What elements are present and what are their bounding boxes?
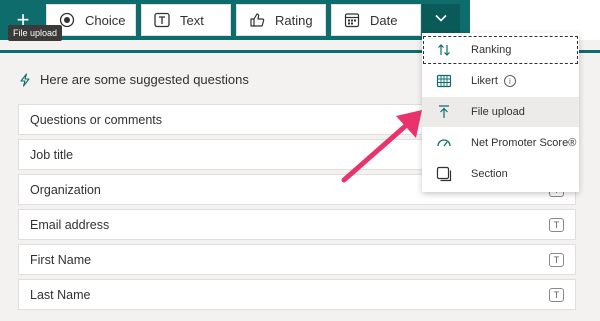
annotation-arrow [341,110,422,183]
menu-item-file-upload[interactable]: File upload [422,97,579,127]
calendar-icon [344,12,360,28]
question-label: Email address [30,217,110,232]
lightning-icon [18,72,32,87]
thumbs-up-icon [249,12,265,28]
rating-label: Rating [275,12,313,28]
question-label: Job title [30,147,74,162]
rating-button[interactable]: Rating [236,4,326,36]
chevron-down-icon [434,11,448,30]
text-type-icon: T [549,253,564,267]
menu-item-section[interactable]: Section [422,159,579,189]
suggestions-header: Here are some suggested questions [18,72,249,87]
suggested-question[interactable]: Last Name T [18,279,576,310]
suggested-question[interactable]: Email address T [18,209,576,240]
text-type-icon: T [549,288,564,302]
menu-item-likert[interactable]: Likert i [422,66,579,96]
menu-item-label: Net Promoter Score® [471,137,577,149]
tooltip: File upload [8,25,63,41]
suggested-question[interactable]: First Name T [18,244,576,275]
menu-item-label: File upload [471,106,525,118]
question-label: First Name [30,252,92,267]
text-button[interactable]: Text [141,4,231,36]
question-type-menu: Ranking Likert i File upload Net Promote… [422,33,579,192]
question-label: Questions or comments [30,112,162,127]
question-label: Organization [30,182,101,197]
menu-item-net-promoter-score[interactable]: Net Promoter Score® [422,128,579,158]
suggestions-header-text: Here are some suggested questions [40,72,249,87]
choice-label: Choice [85,12,126,28]
likert-grid-icon [436,73,452,89]
more-question-types-button[interactable] [422,4,460,36]
ranking-arrows-icon [436,42,452,58]
menu-item-label: Section [471,168,508,180]
date-button[interactable]: Date [331,4,421,36]
gauge-icon [436,135,452,151]
menu-item-label: Ranking [471,44,512,56]
text-label: Text [180,12,204,28]
info-icon[interactable]: i [503,75,516,87]
text-box-icon [154,12,170,28]
upload-icon [436,104,452,120]
question-label: Last Name [30,287,91,302]
text-type-icon: T [549,218,564,232]
section-icon [436,166,452,182]
date-label: Date [370,12,398,28]
menu-item-label: Likert [471,75,498,87]
menu-item-ranking[interactable]: Ranking [422,35,579,65]
